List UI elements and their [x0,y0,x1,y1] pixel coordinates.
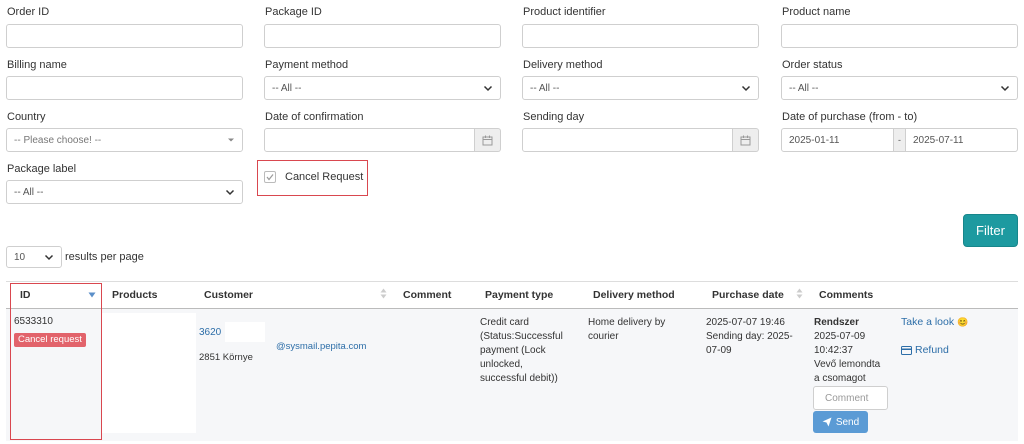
package-label-value: -- All -- [14,186,44,198]
date-to-input[interactable]: 2025-07-11 [905,128,1018,152]
comment-input-placeholder: Comment [825,392,869,404]
customer-zip-link[interactable]: 3620 [199,326,221,340]
payment-method-label: Payment method [265,59,349,71]
refund-label: Refund [915,344,949,356]
order-id-label: Order ID [7,6,50,18]
per-page-label: results per page [65,251,144,263]
comment-time: 10:42:37 [814,345,853,356]
chevron-down-icon [225,189,235,196]
delivery-line-2: courier [588,331,619,342]
delivery-line-1: Home delivery by [588,317,666,328]
product-name-input[interactable] [781,24,1018,48]
payment-method-select[interactable]: -- All -- [264,76,501,100]
date-of-confirmation-input[interactable] [264,128,475,152]
comment-text-line-2: a csomagot [814,373,866,384]
delivery-method-label: Delivery method [523,59,603,71]
calendar-button[interactable] [733,128,759,152]
customer-email-link[interactable]: @sysmail.pepita.com [276,340,366,354]
column-header-customer[interactable]: Customer [204,289,253,301]
send-button-label: Send [835,416,860,428]
sending-day-line-2: 07-09 [706,345,732,356]
package-id-label: Package ID [265,6,322,18]
column-header-comments[interactable]: Comments [819,289,873,301]
sending-day-label: Sending day [523,111,585,123]
country-placeholder: -- Please choose! -- [14,134,102,146]
credit-card-icon [901,345,912,355]
delivery-method-select[interactable]: -- All -- [522,76,759,100]
package-label-select[interactable]: -- All -- [6,180,243,204]
calendar-button[interactable] [475,128,501,152]
calendar-icon [740,135,751,145]
calendar-icon [482,135,493,145]
order-status-label: Order status [782,59,843,71]
send-icon [822,417,832,427]
cancel-request-checkbox[interactable] [264,171,276,183]
payment-line-4: unlocked, [480,359,523,370]
billing-name-input[interactable] [6,76,243,100]
product-identifier-input[interactable] [522,24,759,48]
refund-link[interactable]: Refund [901,343,949,357]
column-header-payment-type[interactable]: Payment type [485,289,553,301]
chevron-down-icon [1000,85,1010,92]
comment-text-line-1: Vevő lemondta [814,359,881,370]
sort-icon[interactable] [380,288,387,299]
filter-button[interactable]: Filter [963,214,1018,247]
chevron-down-icon [741,85,751,92]
chevron-down-icon [483,85,493,92]
sending-day-line-1: Sending day: 2025- [706,331,793,342]
payment-line-1: Credit card [480,317,529,328]
delivery-method-value: -- All -- [530,82,560,94]
payment-line-3: payment (Lock [480,345,546,356]
payment-line-5: successful debit)) [480,373,558,384]
purchase-date: 2025-07-07 19:46 [706,317,785,328]
cancel-request-label[interactable]: Cancel Request [285,171,363,183]
per-page-select[interactable]: 10 [6,246,62,268]
customer-city: 2851 Környe [199,352,253,363]
column-header-delivery-method[interactable]: Delivery method [593,289,675,301]
column-header-products[interactable]: Products [112,289,158,301]
customer-redaction [225,322,265,342]
smiley-icon: 😊 [957,317,969,327]
comment-author: Rendszer [814,317,860,328]
payment-line-2: (Status:Successful [480,331,563,342]
checkmark-icon [266,174,274,181]
payment-method-value: -- All -- [272,82,302,94]
comment-date: 2025-07-09 [814,331,866,342]
sort-icon[interactable] [796,288,803,299]
package-label-label: Package label [7,163,77,175]
product-name-label: Product name [782,6,851,18]
send-button[interactable]: Send [813,411,868,433]
date-of-confirmation-label: Date of confirmation [265,111,364,123]
order-status-value: -- All -- [789,82,819,94]
date-from-input[interactable]: 2025-01-11 [781,128,894,152]
package-id-input[interactable] [264,24,501,48]
chevron-down-icon [44,254,54,261]
date-of-purchase-label: Date of purchase (from - to) [782,111,918,123]
date-to-value: 2025-07-11 [913,134,964,146]
column-header-comment[interactable]: Comment [403,289,451,301]
products-cell-blank [101,313,196,433]
caret-down-icon [228,138,234,142]
per-page-value: 10 [14,251,26,263]
column-header-purchase-date[interactable]: Purchase date [712,289,784,301]
sending-day-input[interactable] [522,128,733,152]
product-identifier-label: Product identifier [523,6,606,18]
order-status-select[interactable]: -- All -- [781,76,1018,100]
country-select[interactable]: -- Please choose! -- [6,128,243,152]
take-a-look-link[interactable]: Take a look 😊 [901,315,968,329]
order-id-input[interactable] [6,24,243,48]
billing-name-label: Billing name [7,59,67,71]
comment-input[interactable]: Comment [813,386,888,410]
table-top-border [6,281,1018,282]
date-range-separator: - [894,128,905,152]
take-a-look-label: Take a look [901,316,955,328]
id-column-highlight [10,283,102,440]
date-from-value: 2025-01-11 [789,134,840,146]
country-label: Country [7,111,46,123]
